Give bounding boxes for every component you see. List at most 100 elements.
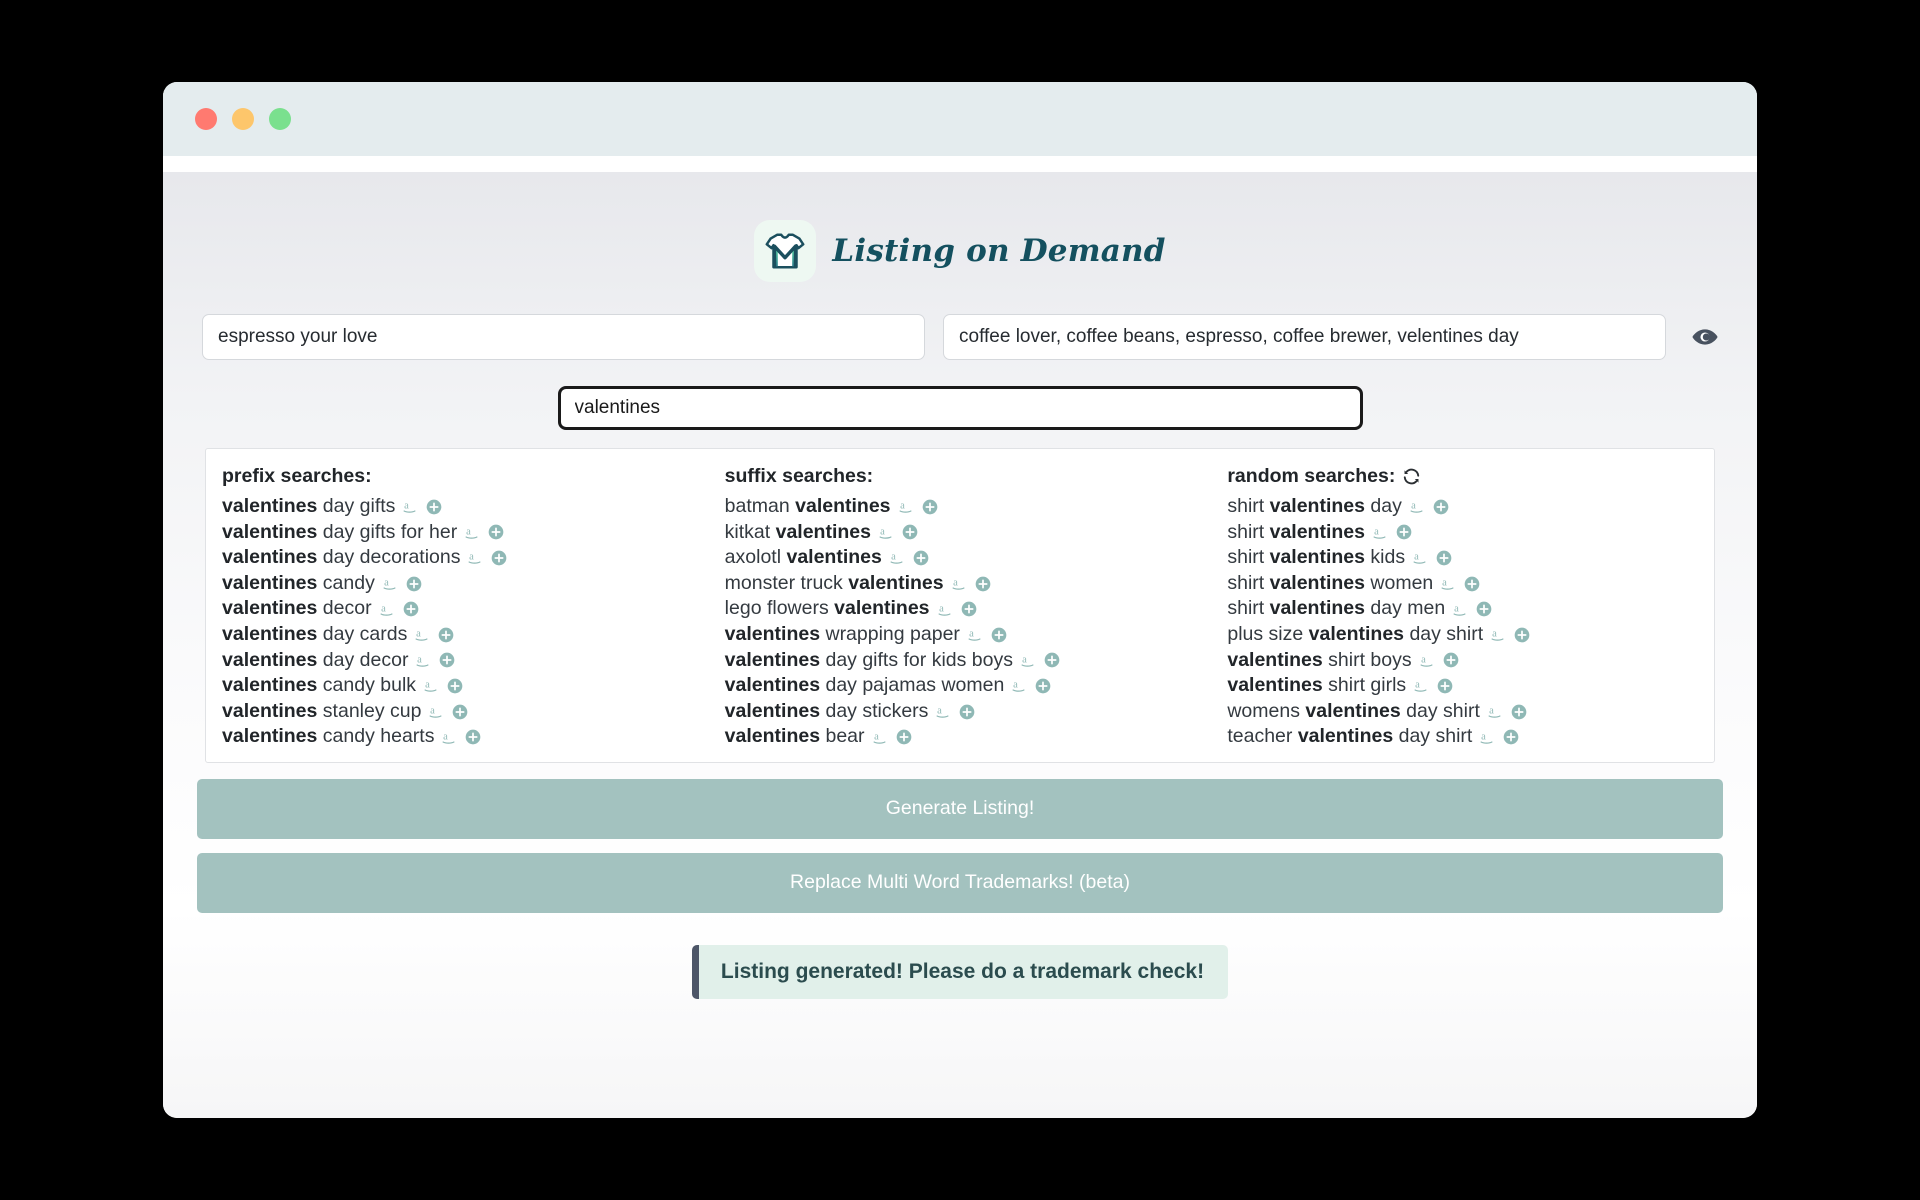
brand-header: Listing on Demand <box>197 172 1723 292</box>
search-term-row: valentines day decorations a <box>222 545 709 571</box>
search-term-row: plus size valentines day shirt a <box>1227 622 1714 648</box>
search-term-label: teacher valentines day shirt <box>1227 725 1473 748</box>
plus-circle-icon[interactable] <box>1464 576 1480 592</box>
amazon-a-icon[interactable]: a <box>1479 729 1496 746</box>
search-term-label: valentines day gifts for her <box>222 520 458 543</box>
search-results-panel: prefix searches: valentines day gifts a val… <box>205 448 1715 763</box>
svg-text:a: a <box>938 706 943 717</box>
plus-circle-icon[interactable] <box>406 576 422 592</box>
amazon-a-icon[interactable]: a <box>1409 498 1426 515</box>
plus-circle-icon[interactable] <box>403 601 419 617</box>
plus-circle-icon[interactable] <box>465 729 481 745</box>
amazon-a-icon[interactable]: a <box>872 729 889 746</box>
plus-circle-icon[interactable] <box>1443 652 1459 668</box>
minimize-window-button[interactable] <box>232 108 254 130</box>
plus-circle-icon[interactable] <box>447 678 463 694</box>
amazon-a-icon[interactable]: a <box>937 601 954 618</box>
amazon-a-icon[interactable]: a <box>889 549 906 566</box>
amazon-a-icon[interactable]: a <box>1413 677 1430 694</box>
amazon-a-icon[interactable]: a <box>1419 652 1436 669</box>
amazon-a-icon[interactable]: a <box>1440 575 1457 592</box>
column-heading: random searches: <box>1227 463 1714 489</box>
search-term-row: shirt valentines kids a <box>1227 545 1714 571</box>
svg-text:a: a <box>470 552 475 563</box>
svg-text:a: a <box>891 552 896 563</box>
refresh-icon[interactable] <box>1402 467 1421 486</box>
search-term-label: monster truck valentines <box>724 571 944 594</box>
svg-text:a: a <box>418 654 423 665</box>
search-term-label: axolotl valentines <box>724 546 882 569</box>
listing-keywords-input[interactable] <box>943 314 1666 360</box>
plus-circle-icon[interactable] <box>959 704 975 720</box>
plus-circle-icon[interactable] <box>1503 729 1519 745</box>
status-badge: Listing generated! Please do a trademark… <box>691 944 1229 999</box>
search-term-label: shirt valentines <box>1227 520 1365 543</box>
plus-circle-icon[interactable] <box>426 499 442 515</box>
maximize-window-button[interactable] <box>269 108 291 130</box>
amazon-a-icon[interactable]: a <box>1412 549 1429 566</box>
replace-multi-word-trademarks-button[interactable]: Replace Multi Word Trademarks! (beta) <box>197 852 1723 913</box>
svg-text:a: a <box>444 731 449 742</box>
plus-circle-icon[interactable] <box>1035 678 1051 694</box>
plus-circle-icon[interactable] <box>439 652 455 668</box>
plus-circle-icon[interactable] <box>1436 550 1452 566</box>
plus-circle-icon[interactable] <box>1514 627 1530 643</box>
search-term-label: batman valentines <box>724 495 891 518</box>
svg-text:a: a <box>1492 629 1497 640</box>
search-term-label: valentines day stickers <box>724 699 929 722</box>
top-inputs-row <box>197 314 1723 360</box>
plus-circle-icon[interactable] <box>1044 652 1060 668</box>
amazon-a-icon[interactable]: a <box>1452 601 1469 618</box>
amazon-a-icon[interactable]: a <box>428 703 445 720</box>
column-heading-label: random searches: <box>1227 464 1396 487</box>
amazon-a-icon[interactable]: a <box>878 524 895 541</box>
plus-circle-icon[interactable] <box>491 550 507 566</box>
search-row <box>197 386 1723 430</box>
search-term-row: valentines candy a <box>222 571 709 597</box>
amazon-a-icon[interactable]: a <box>1487 703 1504 720</box>
amazon-a-icon[interactable]: a <box>898 498 915 515</box>
plus-circle-icon[interactable] <box>438 627 454 643</box>
titlebar-separator <box>163 156 1757 172</box>
search-term-row: shirt valentines a <box>1227 520 1714 546</box>
amazon-a-icon[interactable]: a <box>402 498 419 515</box>
plus-circle-icon[interactable] <box>1511 704 1527 720</box>
amazon-a-icon[interactable]: a <box>467 549 484 566</box>
svg-text:a: a <box>1414 552 1419 563</box>
amazon-a-icon[interactable]: a <box>935 703 952 720</box>
amazon-a-icon[interactable]: a <box>464 524 481 541</box>
amazon-a-icon[interactable]: a <box>414 626 431 643</box>
plus-circle-icon[interactable] <box>452 704 468 720</box>
plus-circle-icon[interactable] <box>1433 499 1449 515</box>
plus-circle-icon[interactable] <box>922 499 938 515</box>
eye-icon[interactable] <box>1688 320 1722 354</box>
plus-circle-icon[interactable] <box>961 601 977 617</box>
search-term-row: shirt valentines day men a <box>1227 596 1714 622</box>
plus-circle-icon[interactable] <box>913 550 929 566</box>
amazon-a-icon[interactable]: a <box>415 652 432 669</box>
close-window-button[interactable] <box>195 108 217 130</box>
amazon-a-icon[interactable]: a <box>382 575 399 592</box>
amazon-a-icon[interactable]: a <box>967 626 984 643</box>
plus-circle-icon[interactable] <box>1437 678 1453 694</box>
plus-circle-icon[interactable] <box>991 627 1007 643</box>
amazon-a-icon[interactable]: a <box>441 729 458 746</box>
amazon-a-icon[interactable]: a <box>1011 677 1028 694</box>
plus-circle-icon[interactable] <box>902 524 918 540</box>
generate-listing-button[interactable]: Generate Listing! <box>197 778 1723 839</box>
plus-circle-icon[interactable] <box>1476 601 1492 617</box>
amazon-a-icon[interactable]: a <box>951 575 968 592</box>
amazon-a-icon[interactable]: a <box>1490 626 1507 643</box>
amazon-a-icon[interactable]: a <box>1020 652 1037 669</box>
search-term-label: valentines day pajamas women <box>724 674 1005 697</box>
search-term-row: teacher valentines day shirt a <box>1227 724 1714 750</box>
amazon-a-icon[interactable]: a <box>1372 524 1389 541</box>
amazon-a-icon[interactable]: a <box>423 677 440 694</box>
search-input[interactable] <box>557 386 1363 430</box>
amazon-a-icon[interactable]: a <box>379 601 396 618</box>
plus-circle-icon[interactable] <box>896 729 912 745</box>
plus-circle-icon[interactable] <box>975 576 991 592</box>
plus-circle-icon[interactable] <box>1396 524 1412 540</box>
listing-title-input[interactable] <box>202 314 925 360</box>
plus-circle-icon[interactable] <box>488 524 504 540</box>
